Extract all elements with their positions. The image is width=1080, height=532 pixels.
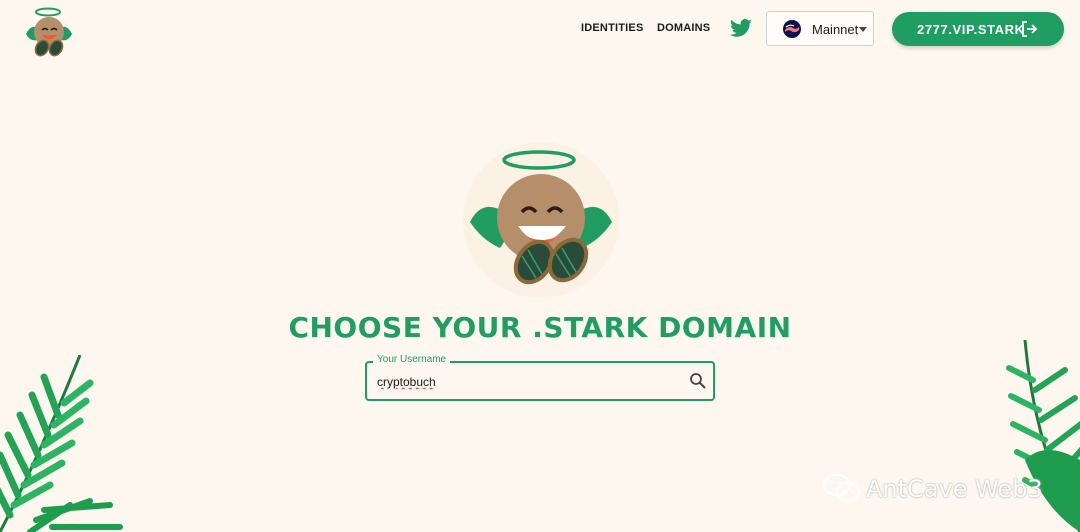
search-icon[interactable] xyxy=(689,372,707,390)
starknet-logo-icon xyxy=(783,20,801,38)
watermark-text: AntCave Web3 xyxy=(866,475,1043,503)
nav-identities-link[interactable]: IDENTITIES xyxy=(581,22,644,34)
palm-leaf-right-decoration xyxy=(1006,340,1080,532)
wechat-icon xyxy=(823,474,860,502)
network-selector[interactable]: Mainnet xyxy=(766,11,874,46)
account-label: 2777.VIP.STARK xyxy=(917,22,1025,37)
nav-domains-link[interactable]: DOMAINS xyxy=(657,22,710,34)
twitter-icon[interactable] xyxy=(729,18,753,40)
palm-leaf-left-decoration xyxy=(0,355,123,532)
logout-icon xyxy=(1022,21,1038,37)
account-button[interactable]: 2777.VIP.STARK xyxy=(892,12,1064,46)
page-title: CHOOSE YOUR .STARK DOMAIN xyxy=(288,311,792,344)
username-label: Your Username xyxy=(373,354,451,365)
mascot-illustration xyxy=(463,142,619,298)
username-input[interactable] xyxy=(375,371,679,393)
network-label: Mainnet xyxy=(812,22,859,37)
starknet-id-logo[interactable] xyxy=(20,4,80,60)
username-search-box: Your Username xyxy=(365,354,715,401)
header: IDENTITIES DOMAINS Mainnet 2777.VIP.STAR… xyxy=(0,0,1080,60)
chevron-down-icon xyxy=(859,27,867,32)
